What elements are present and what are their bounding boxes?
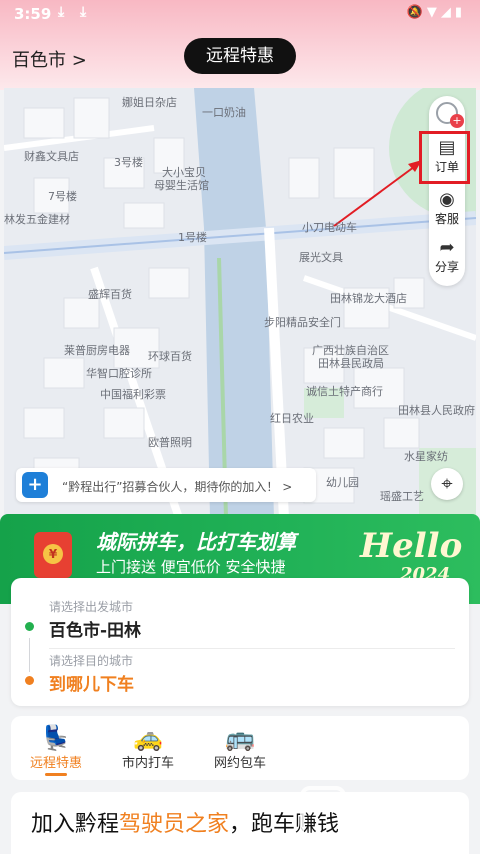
share-button[interactable]: ➦ 分享 [429,238,465,275]
map-label: 林发五金建材 [4,213,70,226]
chevron-right-icon: > [71,50,87,71]
route-card: 请选择出发城市 百色市-田林 请选择目的城市 到哪儿下车 [11,578,469,706]
map-label: 小刀电动车 [302,221,357,234]
map-label: 1号楼 [178,231,207,244]
banner-subtitle: 上门接送 便宜低价 安全快捷 [96,558,286,576]
tab-city-taxi[interactable]: 🚕 市内打车 [103,724,193,771]
taxi-icon: 🚕 [133,724,163,752]
tab-label: 网约包车 [213,756,266,771]
download-icon: ⤓ [80,4,87,20]
map-label: 母婴生活馆 [154,179,209,192]
map-label: 田林县人民政府 [398,404,475,417]
map-label: 诚信土特产商行 [306,385,383,398]
map-side-toolbar: + ▤ 订单 ◉ 客服 ➦ 分享 [429,96,465,286]
map-label: 步阳精品安全门 [264,316,341,329]
phone-logo-icon [300,786,346,844]
from-dot-icon [25,622,34,631]
active-indicator [45,773,67,776]
bus-icon: 🚌 [225,724,255,752]
map-label: 娜姐日杂店 [122,96,177,109]
watermark-sub: SHOUJISHU.COM [358,826,468,836]
map-label: 7号楼 [48,190,77,203]
map-label: 3号楼 [114,156,143,169]
customer-service-label: 客服 [434,212,459,226]
watermark-name: 手机鼠 [356,794,464,829]
share-label: 分享 [434,260,459,274]
header: 3:59 ⤓ ⤓ 🔕▼◢▮ 百色市 > 远程特惠 [0,0,480,90]
status-bar: 3:59 ⤓ ⤓ 🔕▼◢▮ [0,0,480,28]
map-label: 展光文具 [299,251,343,264]
map-view[interactable]: 娜姐日杂店 一口奶油 财鑫文具店 3号楼 大小宝贝 母婴生活馆 7号楼 林发五金… [4,88,476,518]
tab-charter[interactable]: 🚌 网约包车 [195,724,285,771]
status-icons: 🔕▼◢▮ [406,5,466,20]
tab-label: 远程特惠 [29,756,82,771]
map-label: 财鑫文具店 [24,150,79,163]
service-tabs: 💺 远程特惠 🚕 市内打车 🚌 网约包车 [11,716,469,780]
banner-title: 城际拼车，比打车划算 [96,530,296,554]
map-label: 田林锦龙大酒店 [330,292,407,305]
city-name: 百色市 [12,50,66,71]
watermark: 手机鼠 SHOUJISHU.COM [300,780,470,854]
highlight-box [419,131,470,184]
to-city-field[interactable]: 到哪儿下车 [49,670,134,695]
recruit-notice[interactable]: + “黔程出行”招募合伙人，期待你的加入！ > [16,468,316,502]
shield-plus-icon: + [22,472,48,498]
city-selector[interactable]: 百色市 > [12,46,87,72]
map-label: 田林县民政局 [318,357,384,370]
divider [49,648,455,649]
banner-hello: Hello [360,526,463,566]
tab-label: 市内打车 [121,756,174,771]
notice-text: “黔程出行”招募合伙人，期待你的加入！ > [62,480,293,494]
status-time: 3:59 [14,5,52,23]
red-envelope-icon: ¥ [34,532,72,578]
add-badge: + [450,114,464,128]
map-label: 幼儿园 [326,476,359,489]
to-dot-icon [25,676,34,685]
map-label: 红日农业 [270,412,314,425]
recruit-highlight: 驾驶员之家 [119,812,230,837]
map-label: 莱普厨房电器 [64,344,130,357]
customer-service-button[interactable]: ◉ 客服 [429,190,465,227]
tab-long-distance[interactable]: 💺 远程特惠 [11,724,101,776]
route-connector [29,638,30,672]
map-label: 欧普照明 [148,436,192,449]
recruit-title: 加入黔程驾驶员之家，跑车赚钱 [31,812,340,837]
from-city-field[interactable]: 百色市-田林 [49,616,141,641]
from-hint: 请选择出发城市 [49,600,134,614]
seat-icon: 💺 [41,724,71,752]
map-label: 中国福利彩票 [100,388,166,401]
map-label: 一口奶油 [202,106,246,119]
map-label: 瑶盛工艺 [380,490,424,503]
locate-icon[interactable]: ⌖ [431,468,463,500]
download-icon: ⤓ [58,4,65,20]
share-icon: ➦ [439,237,455,258]
map-label: 环球百货 [148,350,192,363]
map-label: 水星家纺 [404,450,448,463]
to-hint: 请选择目的城市 [49,654,134,668]
map-label: 华智口腔诊所 [86,367,152,380]
map-label: 盛辉百货 [88,288,132,301]
headset-icon: ◉ [439,189,455,210]
mode-pill[interactable]: 远程特惠 [184,38,296,74]
